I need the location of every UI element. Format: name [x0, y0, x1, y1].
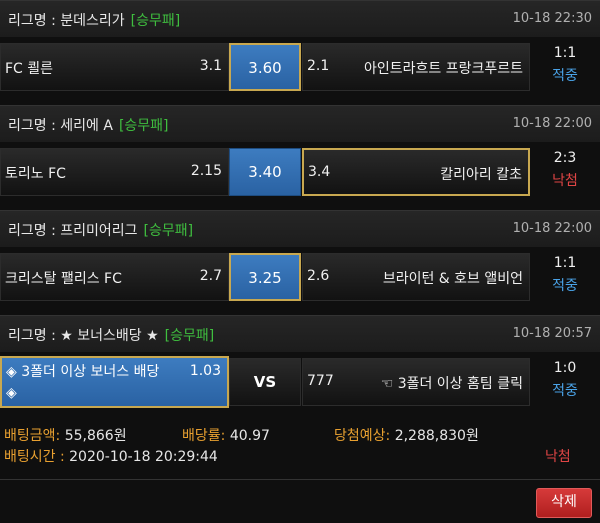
result-cell: 2:3 낙첨 [530, 148, 600, 190]
bet-status: 적중 [552, 68, 578, 84]
league-name: 리그명 : 세리에 A [승무패] [8, 118, 169, 134]
away-pick-button[interactable]: 3.4 칼리아리 칼초 [302, 148, 530, 196]
bet-status: 낙첨 [552, 173, 578, 189]
away-pick-button[interactable]: 777 ☜ 3폴더 이상 홈팀 클릭 [302, 358, 530, 406]
draw-pick-button[interactable]: 3.60 [229, 43, 301, 91]
away-pick-button[interactable]: 2.6 브라이턴 & 호브 앨비언 [302, 253, 530, 301]
bet-summary: 배팅금액: 55,866원 배당률: 40.97 당첨예상: 2,288,830… [0, 419, 600, 479]
bet-type-tag: [승무패] [164, 328, 215, 344]
home-pick-button[interactable]: 토리노 FC 2.15 [0, 148, 229, 196]
bonus-label: ◈ 3폴더 이상 보너스 배당 [6, 364, 160, 380]
bet-type-tag: [승무패] [143, 223, 194, 239]
bet-type-tag: [승무패] [130, 13, 181, 29]
bet-status: 적중 [552, 383, 578, 399]
result-cell: 1:1 적중 [530, 253, 600, 295]
away-odds: 777 [307, 373, 334, 389]
delete-button[interactable]: 삭제 [536, 488, 592, 518]
league-name: 리그명 : 분데스리가 [승무패] [8, 13, 181, 29]
home-team: 토리노 FC [5, 166, 66, 182]
bet-amount: 배팅금액: 55,866원 [4, 428, 127, 444]
home-pick-button[interactable]: FC 쾰른 3.1 [0, 43, 229, 91]
home-team: FC 쾰른 [5, 61, 54, 77]
bet-time: 배팅시간 : 2020-10-18 20:29:44 [4, 449, 218, 465]
match-score: 1:0 [553, 360, 577, 376]
match-time: 10-18 20:57 [512, 326, 592, 341]
draw-pick-button[interactable]: 3.40 [229, 148, 301, 196]
draw-pick-button[interactable]: 3.25 [229, 253, 301, 301]
league-name: 리그명 : 프리미어리그 [승무패] [8, 223, 194, 239]
match-time: 10-18 22:00 [512, 221, 592, 236]
away-team: ☜ 3폴더 이상 홈팀 클릭 [380, 376, 523, 392]
match-row: FC 쾰른 3.1 3.60 2.1 아인트라흐트 프랑크푸르트 1:1 적중 [0, 37, 600, 97]
match-row: 크리스탈 팰리스 FC 2.7 3.25 2.6 브라이턴 & 호브 앨비언 1… [0, 247, 600, 307]
vs-label: VS [229, 358, 301, 406]
home-team: 크리스탈 팰리스 FC [5, 271, 122, 287]
away-team: 아인트라흐트 프랑크푸르트 [363, 61, 523, 77]
result-cell: 1:1 적중 [530, 43, 600, 85]
away-team: 브라이턴 & 호브 앨비언 [382, 271, 523, 287]
match-score: 1:1 [553, 45, 577, 61]
away-odds: 2.1 [307, 58, 330, 74]
footer: 삭제 [0, 479, 600, 523]
match-score: 2:3 [553, 150, 577, 166]
bonus-pick-button[interactable]: ◈ 3폴더 이상 보너스 배당 ◈ 1.03 [0, 356, 229, 408]
league-header: 리그명 : 프리미어리그 [승무패] 10-18 22:00 [0, 210, 600, 248]
away-pick-button[interactable]: 2.1 아인트라흐트 프랑크푸르트 [302, 43, 530, 91]
home-odds: 3.1 [199, 58, 222, 74]
home-pick-button[interactable]: 크리스탈 팰리스 FC 2.7 [0, 253, 229, 301]
total-odds: 배당률: 40.97 [182, 428, 270, 444]
bet-status: 적중 [552, 278, 578, 294]
home-odds: 2.7 [199, 268, 222, 284]
result-cell: 1:0 적중 [530, 358, 600, 400]
away-odds: 2.6 [307, 268, 330, 284]
league-header: 리그명 : 세리에 A [승무패] 10-18 22:00 [0, 105, 600, 143]
match-score: 1:1 [553, 255, 577, 271]
bonus-odds: 1.03 [189, 363, 221, 379]
bonus-diamond-icon: ◈ [6, 385, 17, 401]
away-team: 칼리아리 칼초 [440, 167, 522, 183]
bet-type-tag: [승무패] [118, 118, 169, 134]
match-row: 토리노 FC 2.15 3.40 3.4 칼리아리 칼초 2:3 낙첨 [0, 142, 600, 202]
match-time: 10-18 22:00 [512, 116, 592, 131]
match-time: 10-18 22:30 [512, 11, 592, 26]
summary-status: 낙첨 [545, 449, 571, 465]
home-odds: 2.15 [190, 163, 222, 179]
league-header: 리그명 : 분데스리가 [승무패] 10-18 22:30 [0, 0, 600, 38]
league-name: 리그명 : ★ 보너스배당 ★ [승무패] [8, 328, 215, 344]
league-header: 리그명 : ★ 보너스배당 ★ [승무패] 10-18 20:57 [0, 315, 600, 353]
expected-win: 당첨예상: 2,288,830원 [334, 428, 479, 444]
away-odds: 3.4 [308, 164, 331, 180]
match-row: ◈ 3폴더 이상 보너스 배당 ◈ 1.03 VS 777 ☜ 3폴더 이상 홈… [0, 352, 600, 412]
